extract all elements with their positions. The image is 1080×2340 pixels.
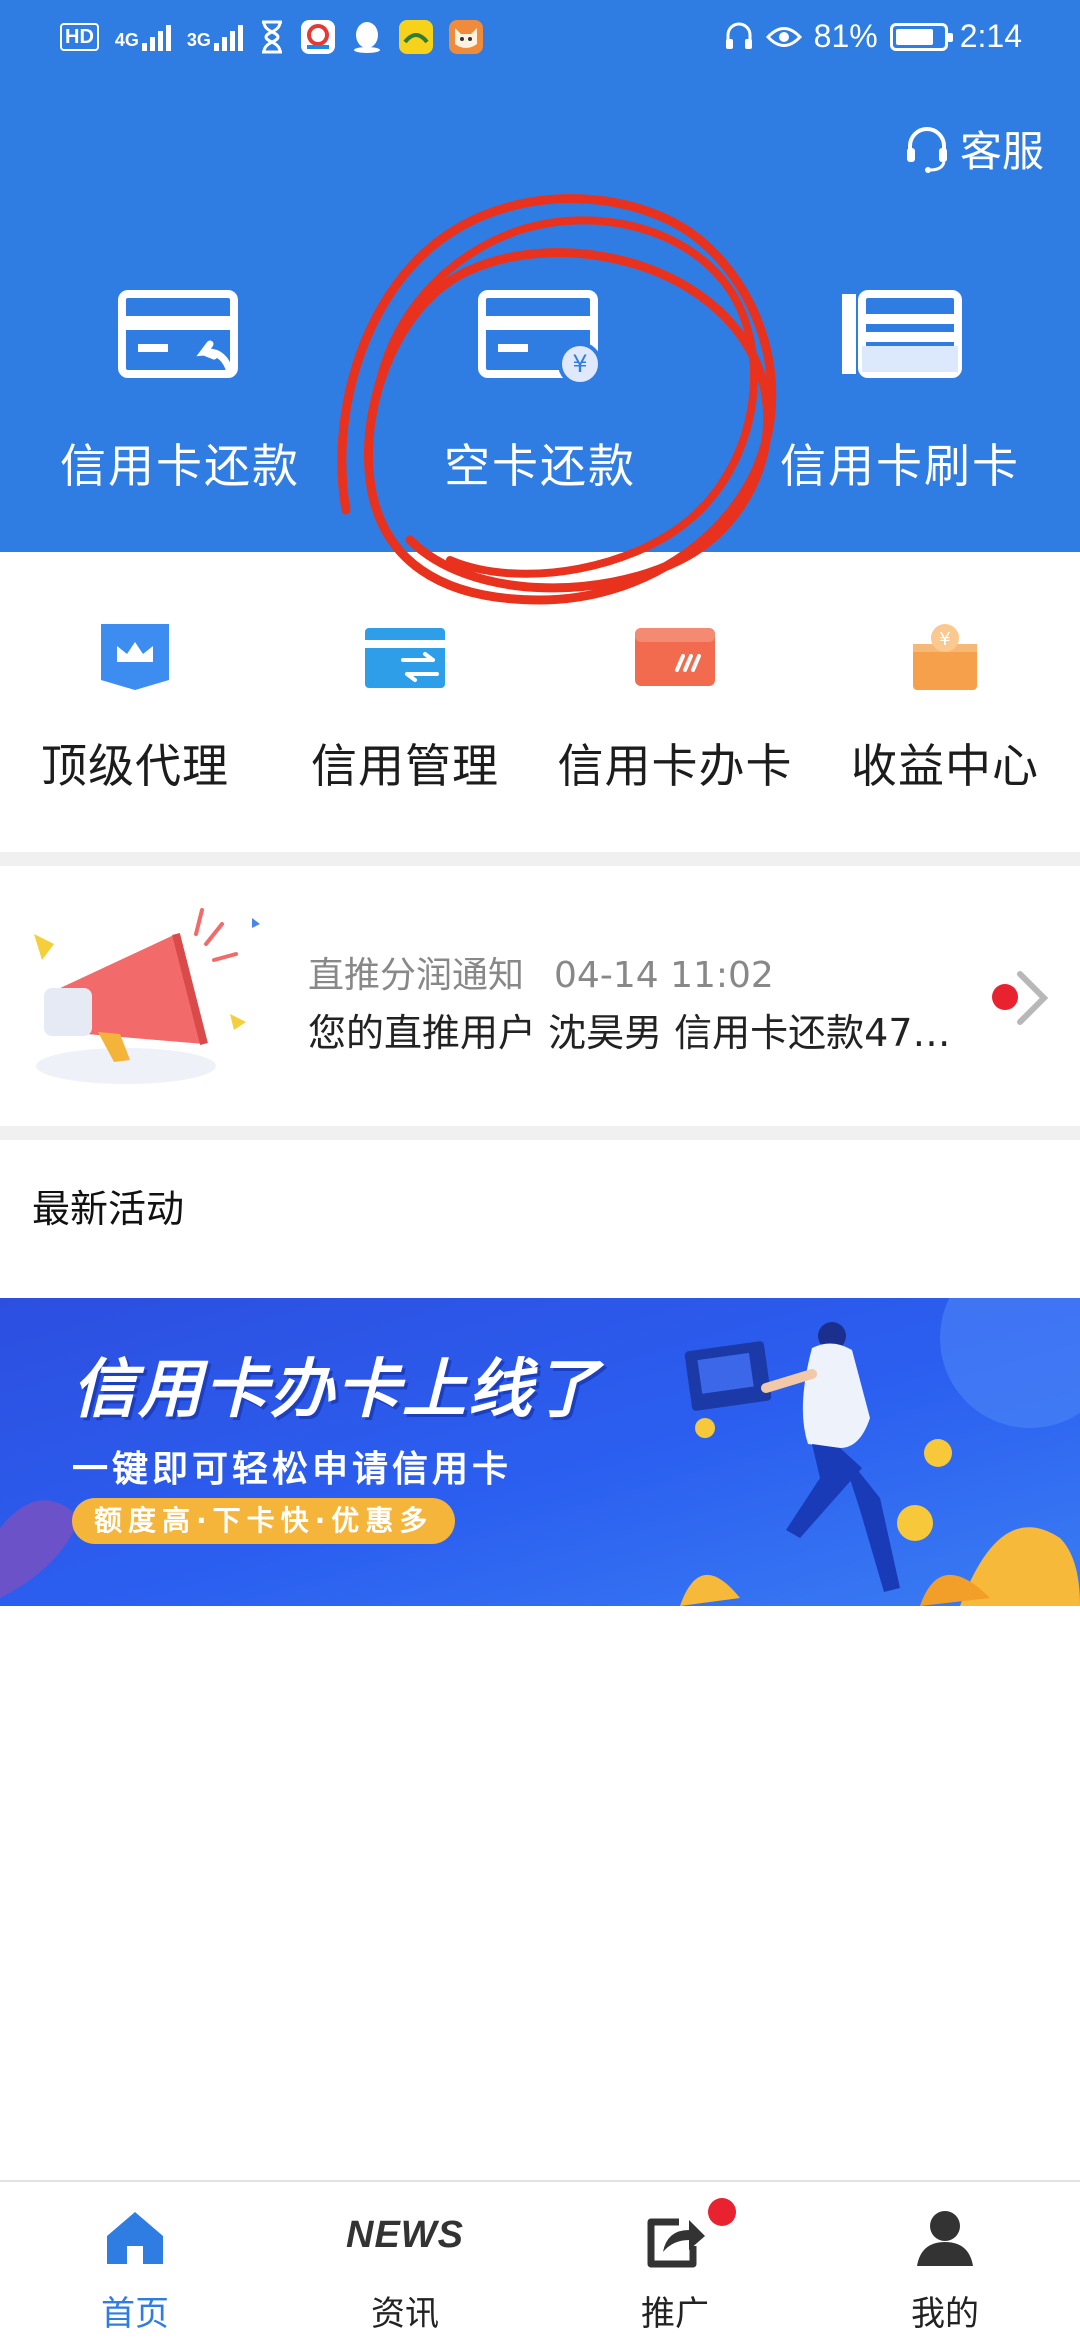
- headset-service-icon: [906, 126, 947, 173]
- signal-4g: 4G: [115, 23, 171, 51]
- menu-earnings-center-label: 收益中心: [851, 739, 1039, 793]
- earnings-icon: ¥: [913, 624, 977, 690]
- menu-apply-card-label: 信用卡办卡: [557, 739, 793, 793]
- tab-home-label: 首页: [101, 2294, 169, 2334]
- user-icon: [917, 2211, 973, 2266]
- tab-mine[interactable]: 我的: [810, 2182, 1080, 2340]
- tab-promote-label: 推广: [641, 2294, 709, 2334]
- headset-icon: [725, 22, 752, 49]
- share-icon: [647, 2218, 705, 2268]
- hourglass-icon: [261, 20, 282, 54]
- megaphone-icon: [34, 908, 260, 1084]
- app-fox-icon: [448, 20, 483, 54]
- tab-news[interactable]: NEWS 资讯: [270, 2182, 540, 2340]
- promo-banner[interactable]: 信用卡办卡上线了 一键即可轻松申请信用卡 额度高·下卡快·优惠多: [0, 1298, 1080, 1606]
- battery-percent: 81%: [813, 18, 878, 54]
- menu-top-agent[interactable]: 顶级代理: [0, 620, 270, 810]
- hd-badge: HD: [60, 23, 99, 51]
- customer-service-label: 客服: [959, 127, 1044, 176]
- tab-news-label: 资讯: [371, 2294, 439, 2334]
- crown-icon: [101, 624, 169, 690]
- apply-card-icon: [635, 628, 715, 686]
- app-notification-icon: [300, 20, 335, 54]
- latest-activities-title: 最新活动: [32, 1187, 185, 1231]
- battery-icon: [889, 22, 953, 51]
- promote-badge: [708, 2198, 736, 2226]
- clock: 2:14: [959, 18, 1022, 54]
- signal-bars-icon: [213, 23, 243, 51]
- card-swipe-icon: [842, 290, 962, 378]
- svg-text:¥: ¥: [572, 350, 587, 378]
- menu-apply-card[interactable]: 信用卡办卡: [540, 620, 810, 810]
- notice-text: 您的直推用户 沈昊男 信用卡还款471...: [308, 1011, 968, 1055]
- qq-icon: [353, 22, 380, 53]
- battery-fill: [895, 28, 933, 45]
- customer-service-button[interactable]: 客服: [904, 118, 1044, 179]
- eye-comfort-icon: [765, 26, 802, 47]
- card-repay-icon: [118, 290, 238, 378]
- notice-card[interactable]: 直推分润通知 04-14 11:02 您的直推用户 沈昊男 信用卡还款471...: [0, 866, 1080, 1124]
- banner-headline: 信用卡办卡上线了: [72, 1353, 600, 1427]
- header-panel: HD 4G 3G 81% 2:14 客服 信用卡还款 ¥ 空卡还款 信用卡刷卡: [0, 0, 1080, 552]
- action-card-swipe-label: 信用卡刷卡: [780, 439, 1020, 493]
- signal-3g: 3G: [187, 23, 243, 51]
- chevron-right-icon[interactable]: [1012, 970, 1052, 1026]
- notice-title-row: 直推分润通知 04-14 11:02: [308, 946, 774, 998]
- bottom-tab-bar: 首页 NEWS 资讯 推广 我的: [0, 2180, 1080, 2340]
- news-icon: NEWS: [346, 2214, 464, 2256]
- action-empty-card-repay-label: 空卡还款: [444, 439, 636, 493]
- section-divider: [0, 852, 1080, 866]
- tab-promote[interactable]: 推广: [540, 2182, 810, 2340]
- home-icon: [107, 2212, 163, 2264]
- tab-home[interactable]: 首页: [0, 2182, 270, 2340]
- menu-credit-manage[interactable]: 信用管理: [270, 620, 540, 810]
- banner-pill: 额度高·下卡快·优惠多: [72, 1498, 456, 1544]
- app-yellow-icon: [398, 20, 433, 54]
- status-left: HD 4G 3G: [60, 20, 483, 54]
- transfer-card-icon: [365, 628, 445, 688]
- menu-credit-manage-label: 信用管理: [311, 739, 499, 793]
- card-yuan-icon: ¥: [478, 290, 602, 386]
- signal-bars-icon: [141, 23, 171, 51]
- section-divider: [0, 1126, 1080, 1140]
- status-bar: HD 4G 3G 81% 2:14: [0, 0, 1080, 76]
- banner-subtitle: 一键即可轻松申请信用卡: [72, 1449, 513, 1490]
- signal-3g-label: 3G: [186, 30, 211, 50]
- notice-title: 直推分润通知: [308, 955, 525, 996]
- svg-text:¥: ¥: [939, 629, 950, 650]
- notice-time: 04-14 11:02: [554, 955, 774, 996]
- signal-4g-label: 4G: [114, 30, 139, 50]
- menu-earnings-center[interactable]: ¥ 收益中心: [810, 620, 1080, 810]
- menu-top-agent-label: 顶级代理: [41, 739, 229, 793]
- status-right: 81% 2:14: [724, 18, 1022, 55]
- tab-mine-label: 我的: [911, 2294, 979, 2334]
- action-card-repay-label: 信用卡还款: [60, 439, 300, 493]
